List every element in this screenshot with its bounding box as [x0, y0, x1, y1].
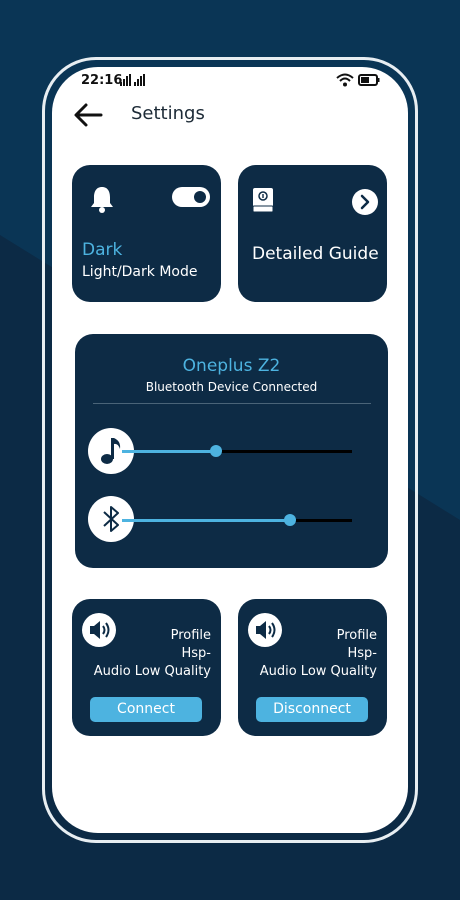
profile-description: Profile Hsp- Audio Low Quality	[237, 627, 377, 681]
bluetooth-volume-slider[interactable]	[122, 514, 352, 526]
slider-fill	[122, 450, 217, 453]
profile-codec: Hsp-	[347, 646, 378, 661]
profile-quality: Audio Low Quality	[93, 664, 211, 679]
disconnect-button[interactable]: Disconnect	[256, 697, 368, 722]
device-name: Oneplus Z2	[182, 356, 281, 376]
theme-mode-value: Dark	[82, 240, 123, 260]
profile-card: Profile Hsp- Audio Low Quality Disconnec…	[238, 599, 387, 736]
profile-description: Profile Hsp- Audio Low Quality	[71, 627, 211, 681]
divider	[93, 403, 371, 404]
connect-button[interactable]: Connect	[90, 697, 202, 722]
music-volume-slider[interactable]	[122, 445, 352, 457]
theme-mode-card[interactable]: Dark Light/Dark Mode	[72, 165, 221, 302]
phone-screen: 22:16 Settings Dark Light/Dark Mode Deta…	[52, 67, 408, 833]
profile-card: Profile Hsp- Audio Low Quality Connect	[72, 599, 221, 736]
profile-label: Profile	[170, 628, 211, 643]
connection-status: Bluetooth Device Connected	[145, 380, 318, 394]
bell-icon	[91, 187, 113, 213]
back-arrow-icon[interactable]	[72, 101, 104, 129]
book-icon	[252, 188, 274, 213]
slider-fill	[122, 519, 290, 522]
status-time: 22:16	[81, 73, 123, 88]
theme-toggle[interactable]	[172, 187, 210, 207]
slider-thumb[interactable]	[283, 514, 296, 526]
signal-icon	[120, 74, 145, 86]
battery-icon	[358, 74, 380, 86]
status-bar: 22:16	[52, 67, 408, 97]
theme-mode-label: Light/Dark Mode	[82, 264, 198, 280]
profile-codec: Hsp-	[181, 646, 212, 661]
profile-label: Profile	[336, 628, 377, 643]
chevron-right-icon[interactable]	[352, 189, 378, 215]
toggle-knob	[194, 191, 206, 203]
detailed-guide-card[interactable]: Detailed Guide	[238, 165, 387, 302]
profile-quality: Audio Low Quality	[259, 664, 377, 679]
guide-title: Detailed Guide	[252, 244, 379, 264]
page-title: Settings	[131, 103, 205, 124]
wifi-icon	[336, 73, 354, 87]
